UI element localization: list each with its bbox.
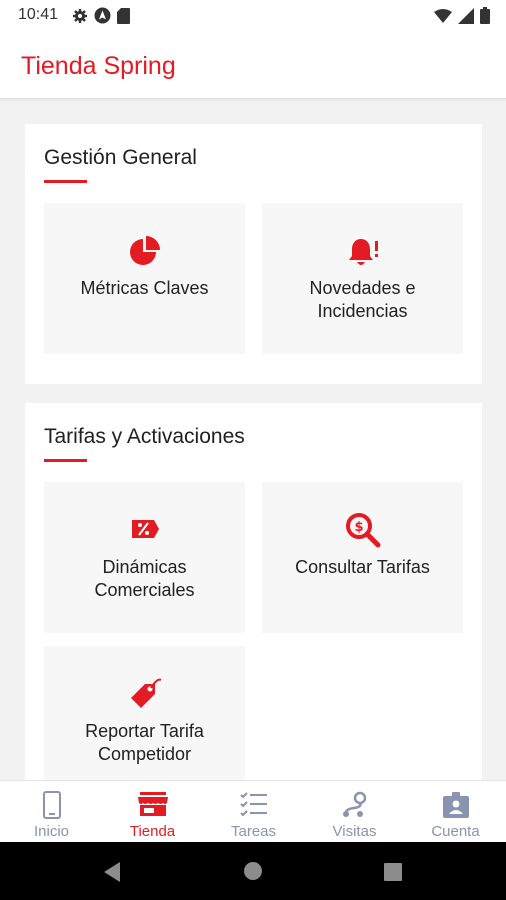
nav-item-cuenta[interactable]: Cuenta <box>405 781 506 843</box>
nav-label: Visitas <box>332 823 377 840</box>
section-title-underline <box>44 180 87 183</box>
tile-label: Métricas Claves <box>80 278 209 298</box>
home-icon[interactable] <box>243 861 263 886</box>
signal-icon <box>458 7 474 29</box>
nav-item-inicio[interactable]: Inicio <box>1 781 102 843</box>
tile-label: Reportar Tarifa Competidor <box>85 721 204 764</box>
status-right-icons <box>434 7 490 29</box>
nav-label: Inicio <box>33 823 70 840</box>
gear-icon <box>72 8 88 29</box>
nav-item-tienda[interactable]: Tienda <box>102 781 203 843</box>
tile-reportar-tarifa-competidor[interactable]: Reportar Tarifa Competidor <box>44 646 245 780</box>
price-tag-icon <box>44 676 245 717</box>
tile-novedades-incidencias[interactable]: Novedades e Incidencias <box>262 203 463 354</box>
checklist-icon <box>203 791 304 822</box>
pie-chart-icon <box>44 235 245 274</box>
app-bar: Tienda Spring <box>0 32 506 99</box>
recents-icon[interactable] <box>384 863 402 886</box>
store-icon <box>102 791 203 822</box>
content-scroll-area[interactable]: Gestión General Métricas Claves Novedade… <box>0 99 506 780</box>
tile-metricas-claves[interactable]: Métricas Claves <box>44 203 245 354</box>
tile-label: Consultar Tarifas <box>295 557 430 577</box>
svg-text:$: $ <box>354 520 363 535</box>
nav-label: Cuenta <box>431 823 480 840</box>
navigation-arrow-icon <box>94 7 111 29</box>
bottom-navigation: Inicio Tienda Tareas Visitas Cuenta <box>0 780 506 843</box>
tile-dinamicas-comerciales[interactable]: Dinámicas Comerciales <box>44 482 245 633</box>
nav-item-visitas[interactable]: Visitas <box>304 781 405 843</box>
nav-label: Tienda <box>129 823 176 840</box>
tile-label: Dinámicas Comerciales <box>94 557 195 600</box>
status-bar: 10:41 <box>0 0 506 32</box>
discount-ticket-icon <box>44 516 245 547</box>
tile-consultar-tarifas[interactable]: $ Consultar Tarifas <box>262 482 463 633</box>
section-card-gestion-general: Gestión General Métricas Claves Novedade… <box>25 124 482 384</box>
phone-icon <box>1 791 102 824</box>
section-title: Tarifas y Activaciones <box>44 425 245 448</box>
route-icon <box>304 791 405 824</box>
battery-icon <box>480 7 490 29</box>
status-time: 10:41 <box>18 6 59 23</box>
wifi-icon <box>434 8 452 29</box>
tile-label: Novedades e Incidencias <box>309 278 416 321</box>
app-title: Tienda Spring <box>21 52 176 80</box>
section-title-underline <box>44 459 87 462</box>
section-card-tarifas-activaciones: Tarifas y Activaciones Dinámicas Comerci… <box>25 403 482 780</box>
id-badge-icon <box>405 791 506 824</box>
bell-alert-icon <box>262 235 463 274</box>
status-left-icons <box>72 7 130 29</box>
sd-card-icon <box>117 7 130 29</box>
back-icon[interactable] <box>102 861 122 888</box>
nav-item-tareas[interactable]: Tareas <box>203 781 304 843</box>
section-title: Gestión General <box>44 146 197 169</box>
system-navigation-bar <box>0 842 506 900</box>
nav-label: Tareas <box>230 823 277 840</box>
search-dollar-icon: $ <box>262 512 463 553</box>
